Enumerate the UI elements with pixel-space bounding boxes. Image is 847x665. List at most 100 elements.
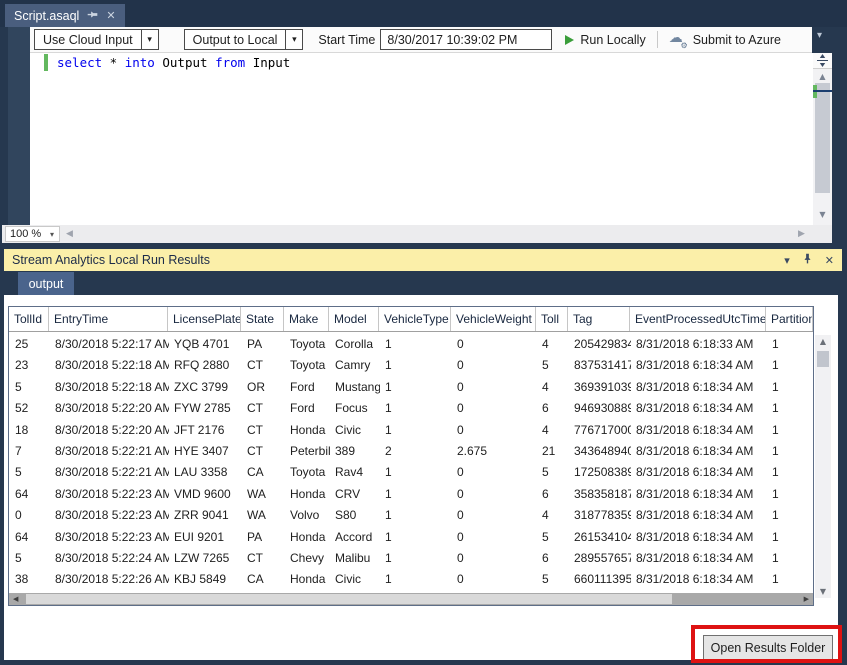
table-cell: 1 <box>380 461 452 482</box>
scrollbar-thumb[interactable] <box>817 351 829 367</box>
column-header-toll[interactable]: Toll <box>536 307 568 331</box>
table-row[interactable]: 188/30/2018 5:22:20 AMJFT 2176CTHondaCiv… <box>10 419 814 440</box>
table-cell: PA <box>242 526 285 547</box>
table-cell: 21 <box>537 440 569 461</box>
submit-to-azure-button[interactable]: ☁ ⚙ Submit to Azure <box>669 32 781 48</box>
chevron-down-icon[interactable]: ▾ <box>45 230 59 239</box>
table-row[interactable]: 528/30/2018 5:22:20 AMFYW 2785CTFordFocu… <box>10 397 814 418</box>
table-cell: 8/30/2018 5:22:26 AM <box>50 568 169 589</box>
column-header-partition[interactable]: Partition <box>766 307 813 331</box>
table-cell: 5 <box>537 526 569 547</box>
table-cell: VMD 9600 <box>169 483 242 504</box>
scrollbar-thumb[interactable] <box>26 594 672 604</box>
table-cell: 4 <box>537 376 569 397</box>
start-time-label: Start Time <box>318 33 375 47</box>
scroll-up-icon[interactable]: ▲ <box>815 337 831 346</box>
table-cell: 8/31/2018 6:18:34 AM <box>631 354 767 375</box>
grid-vertical-scrollbar[interactable]: ▲ ▼ <box>815 335 831 598</box>
scroll-right-icon[interactable]: ▶ <box>798 229 805 239</box>
column-header-vehicletype[interactable]: VehicleType <box>379 307 451 331</box>
table-cell: 1 <box>767 397 814 418</box>
scroll-left-icon[interactable]: ◀ <box>66 229 73 239</box>
column-header-eventprocessedutctime[interactable]: EventProcessedUtcTime <box>630 307 766 331</box>
table-cell: LAU 3358 <box>169 461 242 482</box>
table-cell: KBJ 5849 <box>169 568 242 589</box>
table-cell: Corolla <box>330 333 380 354</box>
window-menu-icon[interactable]: ▾ <box>784 255 790 266</box>
editor-bottom-bar: 100 % ▾ ◀ ▶ <box>2 225 832 243</box>
table-cell: 52 <box>10 397 50 418</box>
scrollbar-thumb[interactable] <box>815 83 830 193</box>
table-cell: 0 <box>452 547 537 568</box>
column-header-state[interactable]: State <box>241 307 284 331</box>
scroll-up-icon[interactable]: ▲ <box>813 72 832 81</box>
table-row[interactable]: 58/30/2018 5:22:21 AMLAU 3358CAToyotaRav… <box>10 461 814 482</box>
code-editor[interactable]: select * into Output from Input ▲ ▼ <box>30 53 832 225</box>
table-row[interactable]: 58/30/2018 5:22:24 AMLZW 7265CTChevyMali… <box>10 547 814 568</box>
visual-studio-window: Script.asaql ✕ ▾ Use Cloud Input ▾ Outpu… <box>0 0 847 665</box>
editor-vertical-scrollbar[interactable]: ▲ ▼ <box>813 53 832 225</box>
column-header-vehicleweight[interactable]: VehicleWeight <box>451 307 536 331</box>
table-row[interactable]: 258/30/2018 5:22:17 AMYQB 4701PAToyotaCo… <box>10 333 814 354</box>
table-row[interactable]: 58/30/2018 5:22:18 AMZXC 3799ORFordMusta… <box>10 376 814 397</box>
column-header-tag[interactable]: Tag <box>568 307 630 331</box>
table-cell: 7 <box>10 440 50 461</box>
table-cell: 8/31/2018 6:18:34 AM <box>631 440 767 461</box>
document-tab-bar: Script.asaql ✕ <box>0 0 847 27</box>
close-icon[interactable]: ✕ <box>106 10 115 21</box>
column-header-model[interactable]: Model <box>329 307 379 331</box>
caret-position-mark <box>813 90 832 92</box>
output-target-value: Output to Local <box>185 30 286 49</box>
table-cell: 0 <box>452 526 537 547</box>
table-cell: 5 <box>537 461 569 482</box>
table-cell: 1 <box>380 547 452 568</box>
play-icon <box>565 35 574 45</box>
tab-script-asaql[interactable]: Script.asaql ✕ <box>5 4 125 27</box>
column-header-licenseplate[interactable]: LicensePlate <box>168 307 241 331</box>
chevron-down-icon[interactable]: ▾ <box>141 30 158 49</box>
table-cell: Focus <box>330 397 380 418</box>
scroll-down-icon[interactable]: ▼ <box>815 587 831 596</box>
change-tracking-bar <box>44 54 48 71</box>
table-cell: 8/30/2018 5:22:20 AM <box>50 419 169 440</box>
table-cell: 18 <box>10 419 50 440</box>
table-cell: Civic <box>330 568 380 589</box>
table-row[interactable]: 388/30/2018 5:22:26 AMKBJ 5849CAHondaCiv… <box>10 568 814 589</box>
input-source-dropdown[interactable]: Use Cloud Input ▾ <box>34 29 159 50</box>
column-header-tollid[interactable]: TollId <box>9 307 49 331</box>
code-token: Output <box>155 55 215 70</box>
table-cell: 1 <box>380 504 452 525</box>
toolbar-overflow-icon[interactable]: ▾ <box>817 30 822 41</box>
output-target-dropdown[interactable]: Output to Local ▾ <box>184 29 304 50</box>
column-header-make[interactable]: Make <box>284 307 329 331</box>
zoom-level-dropdown[interactable]: 100 % ▾ <box>5 226 60 242</box>
table-cell: 5 <box>10 376 50 397</box>
output-tab-label: output <box>29 277 64 291</box>
scroll-down-icon[interactable]: ▼ <box>813 210 832 219</box>
column-header-entrytime[interactable]: EntryTime <box>49 307 168 331</box>
table-cell: 1 <box>767 461 814 482</box>
close-icon[interactable]: ✕ <box>825 255 834 266</box>
tab-output[interactable]: output <box>18 272 74 295</box>
table-cell: Honda <box>285 568 330 589</box>
pin-icon[interactable] <box>87 9 98 23</box>
zoom-level-value: 100 % <box>6 228 45 240</box>
table-cell: CT <box>242 419 285 440</box>
table-row[interactable]: 648/30/2018 5:22:23 AMEUI 9201PAHondaAcc… <box>10 526 814 547</box>
start-time-value: 8/30/2017 10:39:02 PM <box>387 33 517 47</box>
run-locally-button[interactable]: Run Locally <box>565 33 645 47</box>
table-cell: OR <box>242 376 285 397</box>
pin-icon[interactable] <box>802 253 813 267</box>
table-row[interactable]: 648/30/2018 5:22:23 AMVMD 9600WAHondaCRV… <box>10 483 814 504</box>
table-row[interactable]: 08/30/2018 5:22:23 AMZRR 9041WAVolvoS801… <box>10 504 814 525</box>
start-time-input[interactable]: 8/30/2017 10:39:02 PM <box>380 29 552 50</box>
split-handle[interactable] <box>813 53 832 69</box>
table-row[interactable]: 78/30/2018 5:22:21 AMHYE 3407CTPeterbilt… <box>10 440 814 461</box>
table-cell: 1 <box>380 419 452 440</box>
table-row[interactable]: 238/30/2018 5:22:18 AMRFQ 2880CTToyotaCa… <box>10 354 814 375</box>
chevron-down-icon[interactable]: ▾ <box>285 30 302 49</box>
table-cell: 1 <box>767 568 814 589</box>
scroll-right-icon[interactable]: ▶ <box>804 595 809 603</box>
scroll-left-icon[interactable]: ◀ <box>13 595 18 603</box>
grid-horizontal-scrollbar[interactable]: ◀ ▶ <box>9 593 813 605</box>
